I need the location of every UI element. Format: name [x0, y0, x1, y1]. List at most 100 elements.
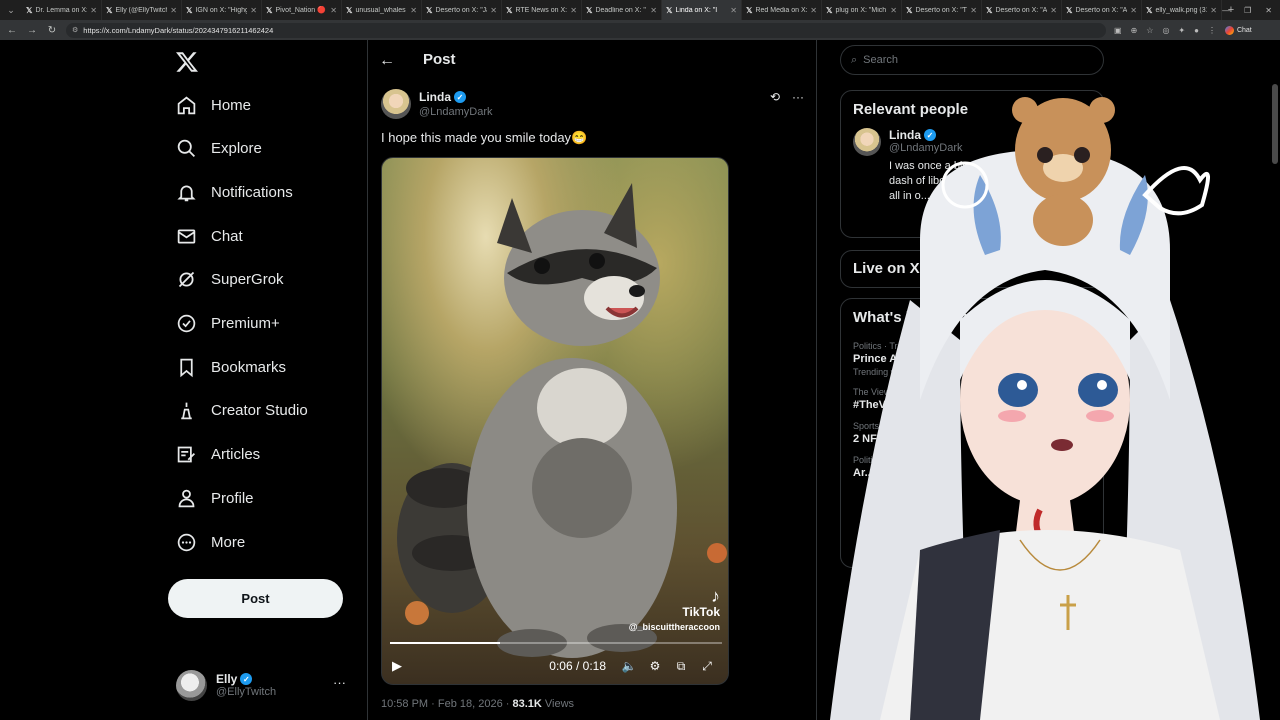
nav-item-chat[interactable]: Chat [176, 221, 243, 251]
browser-tab[interactable]: 𝕏 RTÉ News on X: " ✕ [502, 0, 582, 20]
close-tab-icon[interactable]: ✕ [410, 6, 417, 15]
verified-badge-icon: ✓ [240, 673, 253, 685]
live-on-x-card[interactable]: Live on X [840, 250, 1104, 288]
close-tab-icon[interactable]: ✕ [730, 6, 737, 15]
nav-item-profile[interactable]: Profile [176, 483, 254, 513]
site-info-icon[interactable]: ⚙ [72, 26, 78, 34]
browser-tab[interactable]: 𝕏 Elly (@EllyTwitch ✕ [102, 0, 182, 20]
nav-item-articles[interactable]: Articles [176, 440, 260, 470]
browser-tab-title: unusual_whales o [355, 6, 408, 14]
nav-item-notifications[interactable]: Notifications [176, 177, 293, 207]
live-title: Live on X [853, 260, 920, 277]
author-avatar[interactable] [381, 89, 411, 119]
nav-item-premium[interactable]: Premium+ [176, 309, 280, 339]
more-options-icon[interactable]: ··· [333, 675, 346, 690]
author-name[interactable]: Linda [419, 90, 451, 104]
close-tab-icon[interactable]: ✕ [970, 6, 977, 15]
maximize-icon[interactable]: ❐ [1244, 6, 1251, 15]
relevant-person[interactable]: Linda ✓ @LndamyDark I was once a blend of… [841, 128, 1103, 204]
trend-title: Prince A... [853, 353, 907, 365]
back-icon[interactable]: ← [6, 25, 18, 36]
search-input[interactable]: ⌕ Search [840, 45, 1104, 75]
close-tab-icon[interactable]: ✕ [1210, 6, 1217, 15]
back-arrow-icon[interactable]: ← [379, 52, 395, 70]
close-tab-icon[interactable]: ✕ [90, 6, 97, 15]
browser-tab[interactable]: 𝕏 Red Media on X: " ✕ [742, 0, 822, 20]
play-icon[interactable]: ▶ [392, 658, 402, 674]
person-name[interactable]: Linda [889, 128, 921, 142]
close-tab-icon[interactable]: ✕ [330, 6, 337, 15]
nav-item-bookmarks[interactable]: Bookmarks [176, 352, 286, 382]
close-tab-icon[interactable]: ✕ [1130, 6, 1137, 15]
close-tab-icon[interactable]: ✕ [570, 6, 577, 15]
reload-icon[interactable]: ↻ [46, 25, 58, 36]
browser-tab[interactable]: 𝕏plug on X: "Mich ✕ [822, 0, 902, 20]
page-scrollbar[interactable] [1272, 84, 1278, 164]
close-tab-icon[interactable]: ✕ [250, 6, 257, 15]
video-progress-bar[interactable] [390, 642, 722, 644]
browser-tab[interactable]: 𝕏elly_walk.png (31 ✕ [1142, 0, 1222, 20]
browser-tab[interactable]: 𝕏 Pivot_Nation 🔴 o ✕ [262, 0, 342, 20]
x-logo-icon[interactable] [175, 50, 199, 74]
zoom-icon[interactable]: ⊕ [1131, 26, 1138, 35]
nav-item-more[interactable]: More [176, 527, 245, 557]
trend-category: Politics · Trending [853, 341, 925, 351]
forward-icon[interactable]: → [26, 25, 38, 36]
install-icon[interactable]: ▣ [1114, 26, 1122, 35]
nav-item-explore[interactable]: Explore [176, 134, 262, 164]
grok-explain-icon[interactable]: ⟲ [770, 90, 780, 104]
menu-icon[interactable]: ⋮ [1208, 26, 1216, 35]
minimize-icon[interactable]: — [1222, 6, 1230, 15]
close-tab-icon[interactable]: ✕ [650, 6, 657, 15]
trend-item[interactable]: Politics · Trending Prince A... Trending w… [841, 336, 1103, 382]
browser-tab[interactable]: 𝕏 Linda on X: "I ✕ [662, 0, 742, 20]
picture-in-picture-icon[interactable]: ⧉ [668, 659, 694, 674]
url-field[interactable]: ⚙ https://x.com/LndamyDark/status/202434… [66, 22, 1106, 38]
browser-tab[interactable]: 𝕏 Dr. Lemma on X: " ✕ [22, 0, 102, 20]
post-author[interactable]: Linda ✓ @LndamyDark [381, 89, 493, 119]
extension-icon[interactable]: ◎ [1162, 26, 1169, 35]
browser-tab[interactable]: 𝕏 Deadline on X: " ✕ [582, 0, 662, 20]
close-window-icon[interactable]: ✕ [1265, 6, 1272, 15]
video-player[interactable]: ♪ TikTok @_biscuittheraccoon ▶ 0:06 / 0:… [381, 157, 729, 685]
close-tab-icon[interactable]: ✕ [170, 6, 177, 15]
tab-search-icon[interactable]: ⌄ [0, 0, 22, 20]
volume-icon[interactable]: 🔈 [616, 659, 642, 673]
trend-item[interactable]: The View #TheVi... [841, 382, 1103, 416]
browser-tab-title: Deserto on X: "Ja [435, 6, 488, 14]
trend-item[interactable]: Sports 2 NFL... [841, 416, 1103, 450]
chat-button[interactable]: Chat [1224, 25, 1252, 35]
window-controls: — ❐ ✕ [1222, 0, 1280, 20]
browser-tab[interactable]: 𝕏 Deserto on X: "Ja ✕ [422, 0, 502, 20]
close-tab-icon[interactable]: ✕ [1050, 6, 1057, 15]
close-tab-icon[interactable]: ✕ [890, 6, 897, 15]
star-icon[interactable]: ☆ [1146, 26, 1153, 35]
premium-icon [177, 314, 196, 333]
post-more-icon[interactable]: ··· [792, 90, 804, 104]
browser-tab-title: plug on X: "Mich [835, 6, 887, 14]
nav-item-label: Articles [211, 446, 261, 464]
browser-tab[interactable]: 𝕏 Deserto on X: "A ✕ [982, 0, 1062, 20]
account-switcher[interactable]: Elly ✓ @EllyTwitch ··· [176, 667, 356, 703]
close-tab-icon[interactable]: ✕ [490, 6, 497, 15]
browser-tab[interactable]: 𝕏 Deserto on X: "Ar ✕ [1062, 0, 1142, 20]
browser-tab[interactable]: 𝕏unusual_whales o ✕ [342, 0, 422, 20]
post-timestamp[interactable]: 10:58 PM · Feb 18, 2026 · [381, 698, 512, 710]
profile-icon[interactable]: ● [1194, 26, 1199, 35]
avatar [176, 669, 207, 701]
author-handle[interactable]: @LndamyDark [419, 106, 493, 118]
avatar[interactable] [853, 128, 881, 156]
nav-item-creator-studio[interactable]: Creator Studio [176, 396, 308, 426]
settings-gear-icon[interactable]: ⚙ [642, 659, 668, 673]
trend-item[interactable]: Politics Ar... [841, 450, 1103, 484]
browser-tab[interactable]: 𝕏 Deserto on X: "Th ✕ [902, 0, 982, 20]
article-icon [177, 446, 195, 463]
puzzle-icon[interactable]: ✦ [1178, 26, 1185, 35]
nav-item-supergrok[interactable]: SuperGrok [176, 265, 284, 295]
nav-item-home[interactable]: Home [176, 90, 251, 120]
person-handle[interactable]: @LndamyDark [889, 142, 1089, 154]
browser-tab[interactable]: 𝕏 IGN on X: "Highg ✕ [182, 0, 262, 20]
post-button[interactable]: Post [168, 579, 343, 618]
close-tab-icon[interactable]: ✕ [810, 6, 817, 15]
fullscreen-icon[interactable]: ⤢ [694, 659, 720, 674]
